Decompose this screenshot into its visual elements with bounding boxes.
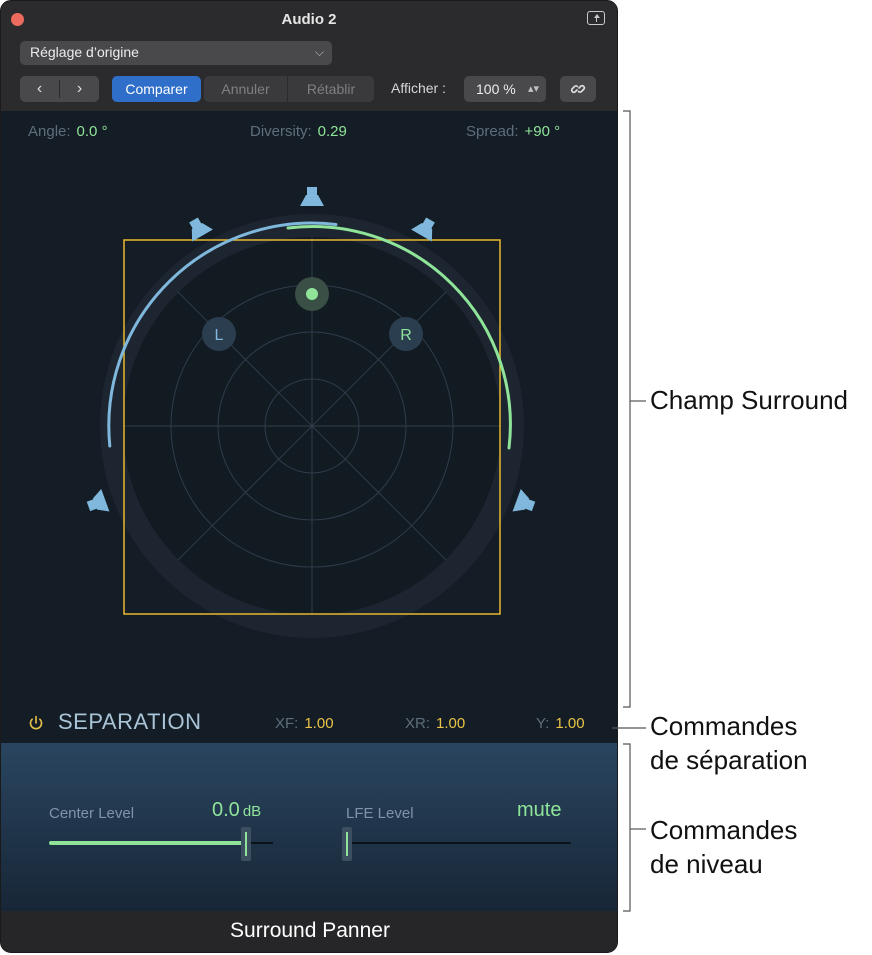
callout-separation-line1: Commandes: [650, 711, 798, 741]
surround-field-bracket: [623, 110, 631, 708]
callout-brackets: [612, 110, 646, 912]
callout-level-line1: Commandes: [650, 815, 798, 845]
callout-surround-field: Champ Surround: [650, 385, 848, 415]
callout-separation-line2: de séparation: [650, 745, 808, 775]
level-bracket: [623, 743, 631, 912]
callout-level-line2: de niveau: [650, 849, 763, 879]
